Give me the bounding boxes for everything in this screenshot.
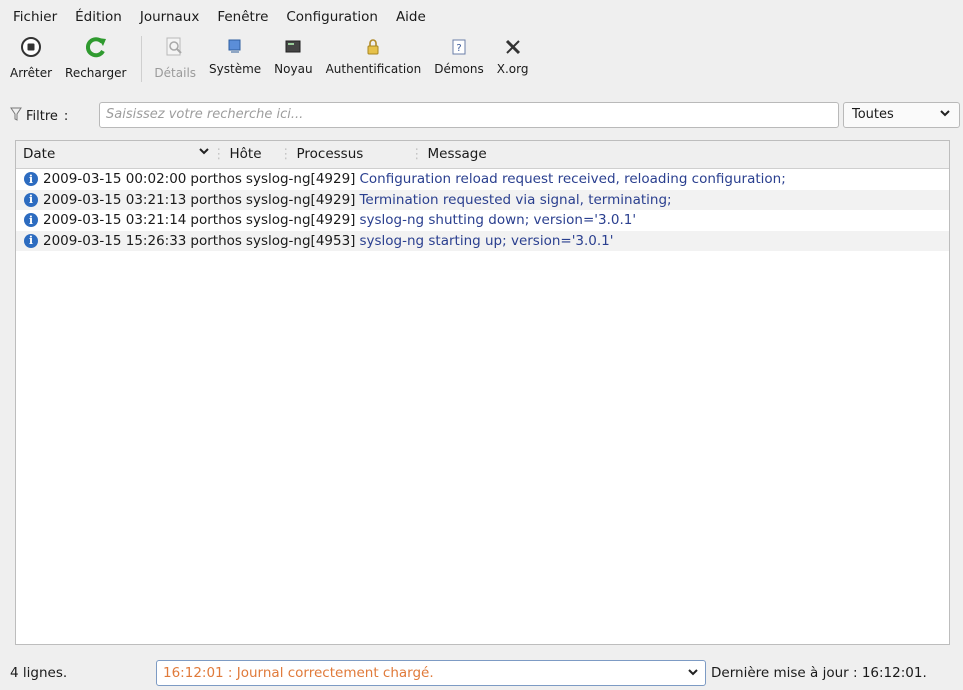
- row-message: Configuration reload request received, r…: [359, 171, 786, 188]
- column-header-process-label: Processus: [296, 146, 364, 162]
- toolbar-separator: [141, 36, 143, 82]
- info-icon: i: [24, 233, 38, 248]
- column-header-host-label: Hôte: [229, 146, 262, 162]
- reload-button[interactable]: Recharger: [65, 36, 126, 80]
- reload-label: Recharger: [65, 66, 127, 80]
- details-label: Détails: [154, 66, 197, 80]
- column-header-date[interactable]: Date: [23, 146, 55, 162]
- table-row[interactable]: i 2009-03-15 15:26:33 porthos syslog-ng[…: [16, 230, 949, 251]
- menu-edition[interactable]: Édition: [72, 7, 125, 27]
- filter-select[interactable]: Toutes: [843, 102, 960, 128]
- kernel-label: Noyau: [274, 62, 313, 76]
- toolbar: Arrêter Recharger Détails Système Noyau …: [10, 36, 541, 88]
- system-button[interactable]: Système: [209, 36, 261, 76]
- row-message: Termination requested via signal, termin…: [359, 191, 672, 208]
- info-icon: i: [24, 172, 38, 187]
- menu-bar: Fichier Édition Journaux Fenêtre Configu…: [0, 0, 963, 34]
- filter-label-text: Filtre: [26, 108, 58, 124]
- menu-fenetre[interactable]: Fenêtre: [214, 7, 271, 27]
- system-label: Système: [209, 62, 262, 76]
- status-message: 16:12:01 : Journal correctement chargé.: [163, 665, 434, 681]
- menu-aide[interactable]: Aide: [393, 7, 429, 27]
- xorg-icon: [501, 36, 525, 58]
- auth-button[interactable]: Authentification: [325, 36, 422, 76]
- menu-configuration[interactable]: Configuration: [283, 7, 381, 27]
- row-host: porthos: [190, 171, 242, 188]
- row-host: porthos: [190, 212, 242, 229]
- stop-icon: [19, 36, 43, 58]
- info-icon: i: [24, 192, 38, 207]
- status-bar: 4 lignes. 16:12:01 : Journal correctemen…: [0, 655, 963, 690]
- menu-fichier[interactable]: Fichier: [10, 7, 60, 27]
- column-header-message[interactable]: ⋮ Message: [410, 146, 487, 162]
- lock-icon: [361, 36, 385, 58]
- filter-label: Filtre :: [10, 107, 68, 125]
- column-header-date-label: Date: [23, 146, 56, 162]
- status-history-combo[interactable]: 16:12:01 : Journal correctement chargé.: [156, 660, 706, 686]
- daemons-button[interactable]: ? Démons: [434, 36, 484, 76]
- row-date: 2009-03-15 03:21:14: [43, 212, 187, 229]
- filter-select-value: Toutes: [852, 107, 894, 122]
- line-count: 4 lignes.: [10, 665, 68, 681]
- xorg-button[interactable]: X.org: [496, 36, 529, 76]
- svg-text:?: ?: [456, 43, 461, 54]
- row-message: syslog-ng starting up; version='3.0.1': [359, 232, 614, 249]
- stop-button[interactable]: Arrêter: [10, 36, 52, 80]
- row-date: 2009-03-15 03:21:13: [43, 191, 187, 208]
- row-process: syslog-ng[4929]: [245, 212, 356, 229]
- table-row[interactable]: i 2009-03-15 03:21:13 porthos syslog-ng[…: [16, 189, 949, 210]
- filter-icon: [10, 107, 22, 125]
- last-update: Dernière mise à jour : 16:12:01.: [711, 665, 927, 681]
- sort-chevron-icon: [198, 146, 210, 156]
- kernel-button[interactable]: Noyau: [274, 36, 313, 76]
- row-process: syslog-ng[4929]: [245, 191, 356, 208]
- magnifier-icon: [163, 36, 187, 58]
- row-process: syslog-ng[4953]: [245, 232, 356, 249]
- table-row[interactable]: i 2009-03-15 00:02:00 porthos syslog-ng[…: [16, 169, 949, 190]
- info-icon: i: [24, 213, 38, 228]
- row-host: porthos: [190, 191, 242, 208]
- daemons-label: Démons: [434, 62, 484, 76]
- menu-journaux[interactable]: Journaux: [137, 7, 202, 27]
- column-header-message-label: Message: [427, 146, 487, 162]
- column-header-process[interactable]: ⋮ Processus: [279, 146, 363, 162]
- details-button[interactable]: Détails: [154, 36, 196, 80]
- row-date: 2009-03-15 15:26:33: [43, 232, 187, 249]
- kernel-icon: [281, 36, 305, 58]
- chevron-down-icon: [687, 666, 699, 681]
- row-host: porthos: [190, 232, 242, 249]
- filter-row: Filtre : Saisissez votre recherche ici..…: [10, 101, 960, 131]
- table-row[interactable]: i 2009-03-15 03:21:14 porthos syslog-ng[…: [16, 210, 949, 231]
- column-header-host[interactable]: ⋮ Hôte: [212, 146, 262, 162]
- row-date: 2009-03-15 00:02:00: [43, 171, 187, 188]
- search-input[interactable]: Saisissez votre recherche ici...: [99, 102, 839, 128]
- table-header: Date ⋮ Hôte ⋮ Processus ⋮ Message: [16, 141, 949, 169]
- row-process: syslog-ng[4929]: [245, 171, 356, 188]
- stop-label: Arrêter: [10, 66, 53, 80]
- filter-colon: :: [63, 108, 69, 124]
- auth-label: Authentification: [325, 62, 422, 76]
- row-message: syslog-ng shutting down; version='3.0.1': [359, 212, 637, 229]
- xorg-label: X.org: [496, 62, 529, 76]
- chevron-down-icon: [939, 103, 951, 127]
- system-icon: [223, 36, 247, 58]
- reload-icon: [84, 36, 108, 58]
- log-table: Date ⋮ Hôte ⋮ Processus ⋮ Message i 2009-03…: [15, 140, 950, 645]
- help-doc-icon: ?: [447, 36, 471, 58]
